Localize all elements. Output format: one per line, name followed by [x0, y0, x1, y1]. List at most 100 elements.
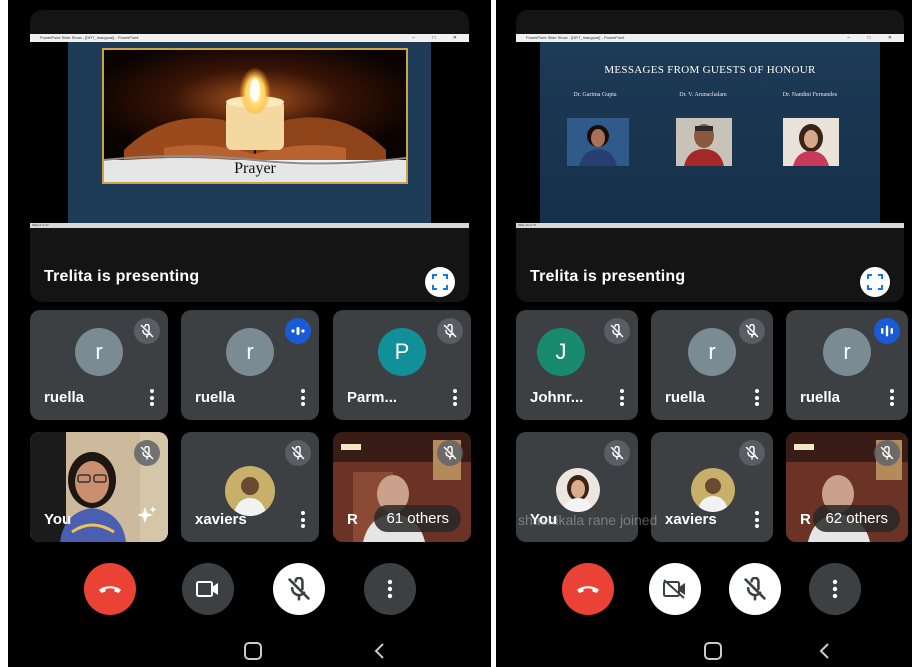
mic-off-icon: [291, 446, 305, 460]
microphone-button[interactable]: [273, 563, 325, 615]
mic-muted-indicator: [437, 318, 463, 344]
participant-avatar: J: [537, 328, 585, 376]
left-phone-screen: PowerPoint Slide Show - [DRT_Inaugural] …: [8, 0, 491, 667]
fullscreen-icon: [432, 274, 448, 290]
participant-name: xaviers: [195, 511, 247, 528]
more-options-button[interactable]: [809, 563, 861, 615]
participant-avatar: r: [823, 328, 871, 376]
mic-off-icon: [880, 446, 894, 460]
ppt-window-controls: – □ ✕: [847, 35, 900, 41]
self-video-tile[interactable]: You: [30, 432, 168, 542]
more-options-icon[interactable]: [755, 509, 759, 528]
participant-tile[interactable]: r ruella: [651, 310, 773, 420]
participant-tile[interactable]: r ruella: [181, 310, 319, 420]
mic-off-icon: [610, 324, 624, 338]
presenting-label: Trelita is presenting: [530, 268, 686, 285]
fullscreen-button[interactable]: [425, 267, 455, 297]
more-options-icon[interactable]: [620, 387, 624, 406]
presenting-label: Trelita is presenting: [44, 268, 200, 285]
mic-off-icon: [745, 324, 759, 338]
more-options-icon[interactable]: [890, 387, 894, 406]
more-options-icon[interactable]: [301, 509, 305, 528]
mic-off-icon: [140, 446, 154, 460]
participant-name: ruella: [665, 389, 706, 406]
more-options-button[interactable]: [364, 563, 416, 615]
ppt-title: PowerPoint Slide Show - [DRT_Inaugural] …: [40, 35, 139, 40]
participant-avatar: r: [688, 328, 736, 376]
right-phone-screen: PowerPoint Slide Show - [DRT_Inaugural] …: [496, 0, 912, 667]
ppt-titlebar: PowerPoint Slide Show - [DRT_Inaugural] …: [30, 34, 469, 42]
participant-name: R: [347, 511, 358, 528]
mic-muted-indicator: [739, 318, 765, 344]
participant-tile[interactable]: J Johnr...: [516, 310, 638, 420]
more-vert-icon: [832, 579, 838, 599]
more-options-icon[interactable]: [301, 387, 305, 406]
participant-avatar: P: [378, 328, 426, 376]
participant-photo-avatar: [225, 466, 275, 516]
others-tile[interactable]: R 61 others: [333, 432, 471, 542]
others-count-badge[interactable]: 62 others: [813, 505, 900, 532]
mic-muted-indicator: [437, 440, 463, 466]
speaking-indicator: [285, 318, 311, 344]
mic-muted-indicator: [739, 440, 765, 466]
slide-frame: Prayer: [102, 48, 408, 184]
more-options-icon[interactable]: [150, 387, 154, 406]
sparkle-effects-icon[interactable]: [136, 505, 158, 530]
guest-photo: [676, 118, 732, 166]
participant-tile[interactable]: xaviers: [651, 432, 773, 542]
ppt-statusbar: Slide 10 of 27: [516, 223, 904, 228]
ppt-titlebar: PowerPoint Slide Show - [DRT_Inaugural] …: [516, 34, 904, 42]
participant-name: ruella: [44, 389, 85, 406]
powerpoint-window: PowerPoint Slide Show - [DRT_Inaugural] …: [30, 34, 469, 228]
guest-name: Dr. Garima Gupta: [573, 92, 617, 98]
participant-name: Parm...: [347, 389, 398, 406]
more-options-icon[interactable]: [755, 387, 759, 406]
home-nav-icon[interactable]: [244, 642, 262, 660]
mic-muted-indicator: [285, 440, 311, 466]
mic-muted-indicator: [604, 318, 630, 344]
microphone-button[interactable]: [729, 563, 781, 615]
participant-name: ruella: [800, 389, 841, 406]
slide-background: MESSAGES FROM GUESTS OF HONOUR Dr. Garim…: [540, 42, 880, 223]
participant-name: R: [800, 511, 811, 528]
participant-tile[interactable]: xaviers: [181, 432, 319, 542]
end-call-button[interactable]: [562, 563, 614, 615]
home-nav-icon[interactable]: [704, 642, 722, 660]
ppt-slide-area: MESSAGES FROM GUESTS OF HONOUR Dr. Garim…: [516, 42, 904, 223]
mic-muted-indicator: [874, 440, 900, 466]
camera-button[interactable]: [182, 563, 234, 615]
hang-up-icon: [577, 586, 599, 593]
audio-level-icon: [291, 327, 305, 335]
more-vert-icon: [387, 579, 393, 599]
participant-tile[interactable]: r ruella: [786, 310, 908, 420]
participant-name: xaviers: [665, 511, 717, 528]
fullscreen-button[interactable]: [860, 267, 890, 297]
back-nav-icon[interactable]: [818, 642, 830, 660]
back-nav-icon[interactable]: [373, 642, 385, 660]
participant-name: ruella: [195, 389, 236, 406]
mic-off-icon: [443, 324, 457, 338]
participant-name: You: [44, 511, 72, 528]
end-call-button[interactable]: [84, 563, 136, 615]
slide-background: Prayer: [68, 42, 431, 223]
ppt-window-controls: – □ ✕: [412, 35, 465, 41]
self-photo-avatar: [556, 468, 600, 512]
mic-off-icon: [140, 324, 154, 338]
presentation-card[interactable]: PowerPoint Slide Show - [DRT_Inaugural] …: [30, 10, 469, 302]
mic-off-icon: [745, 446, 759, 460]
others-tile[interactable]: R 62 others: [786, 432, 908, 542]
guest-photo: [783, 118, 839, 166]
participant-tile[interactable]: r ruella: [30, 310, 168, 420]
camera-button[interactable]: [649, 563, 701, 615]
audio-level-icon: [881, 325, 893, 337]
ppt-statusbar: Slide 6 of 27: [30, 223, 469, 228]
mic-muted-indicator: [134, 440, 160, 466]
more-options-icon[interactable]: [453, 387, 457, 406]
presentation-card[interactable]: PowerPoint Slide Show - [DRT_Inaugural] …: [516, 10, 904, 302]
participant-name: Johnr...: [530, 389, 584, 406]
others-count-badge[interactable]: 61 others: [374, 505, 461, 532]
participant-tile[interactable]: P Parm...: [333, 310, 471, 420]
participant-photo-avatar: [691, 468, 735, 512]
video-camera-off-icon: [663, 579, 685, 599]
mic-muted-indicator: [604, 440, 630, 466]
